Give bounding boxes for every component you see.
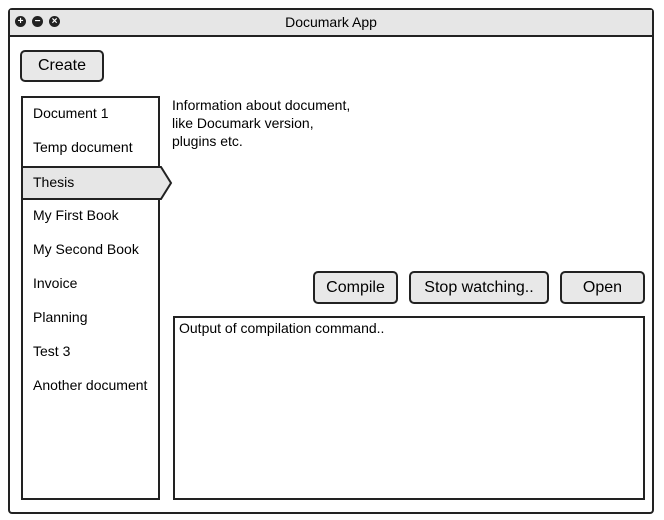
info-line: plugins etc. — [172, 133, 243, 149]
list-item[interactable]: My Second Book — [23, 234, 158, 268]
list-item-label: Thesis — [33, 174, 75, 190]
list-item[interactable]: Another document — [23, 370, 158, 404]
list-item[interactable]: My First Book — [23, 200, 158, 234]
list-item[interactable]: Thesis — [23, 166, 173, 200]
open-button[interactable]: Open — [560, 271, 645, 304]
compile-button[interactable]: Compile — [313, 271, 398, 304]
title-bar: + − × Documark App — [10, 10, 652, 37]
document-list: Document 1 Temp document Thesis My First Bo… — [21, 96, 173, 500]
create-button[interactable]: Create — [20, 50, 104, 82]
list-item[interactable]: Temp document — [23, 132, 158, 166]
maximize-icon[interactable]: + — [15, 16, 26, 27]
list-item[interactable]: Test 3 — [23, 336, 158, 370]
window-title: Documark App — [285, 14, 377, 30]
list-item[interactable]: Invoice — [23, 268, 158, 302]
info-line: like Documark version, — [172, 115, 314, 131]
selection-arrow — [158, 166, 173, 200]
close-icon[interactable]: × — [49, 16, 60, 27]
document-info: Information about document, like Documar… — [172, 96, 372, 150]
list-item[interactable]: Planning — [23, 302, 158, 336]
stop-watching-button[interactable]: Stop watching.. — [409, 271, 549, 304]
compilation-output[interactable]: Output of compilation command.. — [173, 316, 645, 500]
app-window: + − × Documark App Create Document 1 Temp… — [8, 8, 654, 514]
minimize-icon[interactable]: − — [32, 16, 43, 27]
list-item[interactable]: Document 1 — [23, 98, 158, 132]
info-line: Information about document, — [172, 97, 351, 113]
